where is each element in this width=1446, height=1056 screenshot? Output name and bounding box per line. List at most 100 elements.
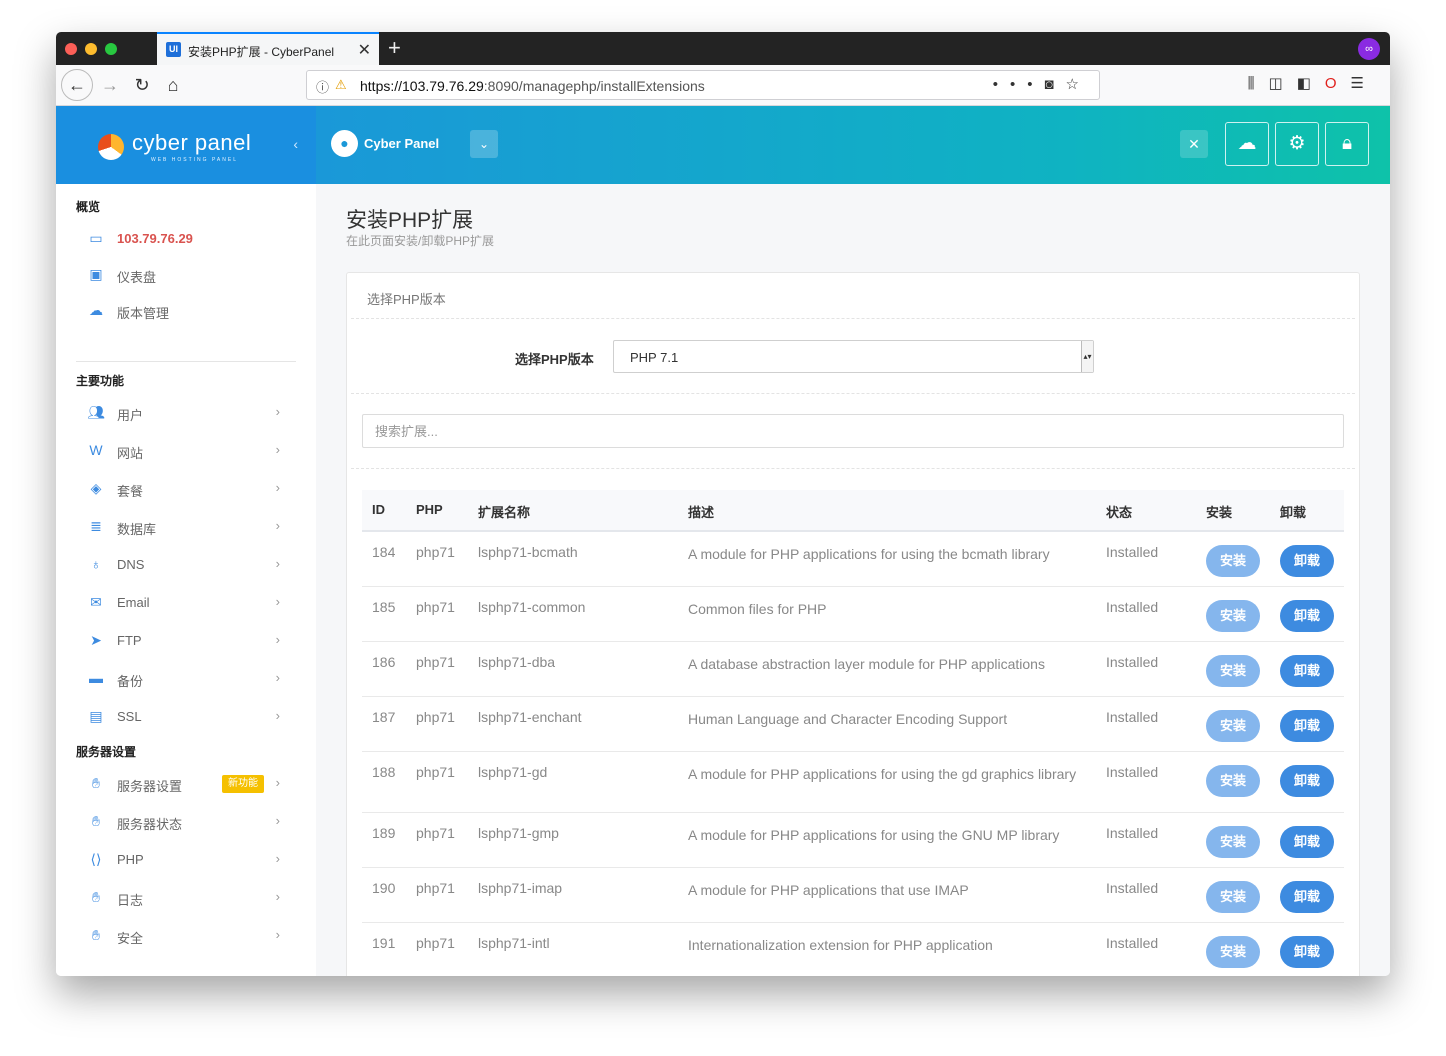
cell-id: 190 <box>372 880 396 896</box>
library-icon[interactable]: ⫼ <box>1248 75 1269 92</box>
cell-status: Installed <box>1106 654 1159 670</box>
uninstall-button[interactable]: 卸载 <box>1280 936 1334 968</box>
install-button[interactable]: 安装 <box>1206 710 1260 742</box>
forward-arrow-icon[interactable]: → <box>96 71 124 99</box>
bookmark-star-icon[interactable]: ☆ <box>1066 76 1091 93</box>
sidebar-item-ssl[interactable]: ▤ SSL › <box>86 702 296 732</box>
code-file-icon: ⟨⟩ <box>90 851 102 867</box>
close-window-button[interactable] <box>65 43 77 55</box>
install-button[interactable]: 安装 <box>1206 545 1260 577</box>
chevron-right-icon: › <box>275 708 280 723</box>
favicon-icon: UI <box>166 42 181 57</box>
collapse-sidebar-icon[interactable]: ‹ <box>293 136 298 152</box>
browser-tab[interactable]: UI 安装PHP扩展 - CyberPanel ✕ <box>157 32 379 65</box>
sidebar-item-ip[interactable]: ▭ 103.79.76.29 <box>86 224 296 254</box>
uninstall-button[interactable]: 卸载 <box>1280 545 1334 577</box>
install-button[interactable]: 安装 <box>1206 826 1260 858</box>
pocket-icon[interactable]: ◙ <box>1044 76 1065 93</box>
new-tab-icon[interactable]: + <box>388 35 401 61</box>
new-feature-badge: 新功能 <box>222 775 264 793</box>
more-actions-icon[interactable]: ••• <box>993 76 1045 93</box>
uninstall-button[interactable]: 卸载 <box>1280 881 1334 913</box>
table-body: 184 php71 lsphp71-bcmath A module for PHP a… <box>362 532 1344 976</box>
user-dropdown-chevron-icon[interactable]: ⌄ <box>470 130 498 158</box>
sidebar-item-packages[interactable]: ◈ 套餐 › <box>86 474 296 504</box>
cell-status: Installed <box>1106 709 1159 725</box>
sidebar-item-dashboard[interactable]: ▣ 仪表盘 <box>86 260 296 290</box>
extension-icon[interactable]: ◧ <box>1297 75 1325 92</box>
sidebar-item-database[interactable]: ≣ 数据库 › <box>86 512 296 542</box>
cell-id: 188 <box>372 764 396 780</box>
users-icon: 👥︎ <box>87 404 105 420</box>
fullscreen-icon[interactable]: ✕ <box>1180 130 1208 158</box>
cloud-icon[interactable]: ☁ <box>1225 122 1269 166</box>
info-icon[interactable]: ⓘ <box>316 77 329 96</box>
close-tab-icon[interactable]: ✕ <box>358 40 371 60</box>
uninstall-button[interactable]: 卸载 <box>1280 765 1334 797</box>
php-version-select[interactable]: PHP 7.1 ▴▾ <box>613 340 1094 373</box>
home-icon[interactable]: ⌂ <box>159 71 187 99</box>
sidebar-section-overview: 概览 <box>76 200 101 214</box>
sidebar-item-server-status[interactable]: ✋︎ 服务器状态 › <box>86 807 296 837</box>
maximize-window-button[interactable] <box>105 43 117 55</box>
sidebar-item-websites[interactable]: W 网站 › <box>86 436 296 466</box>
url-text[interactable]: https://103.79.76.29:8090/managephp/inst… <box>360 78 705 94</box>
sidebar-item-label: 备份 <box>117 674 144 689</box>
uninstall-button[interactable]: 卸载 <box>1280 600 1334 632</box>
menu-icon[interactable]: ☰ <box>1351 75 1378 92</box>
opera-icon[interactable]: O <box>1325 75 1351 92</box>
search-extensions-input[interactable] <box>362 414 1344 448</box>
sidebar-item-users[interactable]: 👥︎ 用户 › <box>86 398 296 428</box>
sidebar-item-php[interactable]: ⟨⟩ PHP › <box>86 845 296 875</box>
sidebar-item-label: 用户 <box>117 408 144 423</box>
cell-php: php71 <box>416 825 455 841</box>
install-button[interactable]: 安装 <box>1206 655 1260 687</box>
chevron-right-icon: › <box>275 851 280 866</box>
uninstall-button[interactable]: 卸载 <box>1280 655 1334 687</box>
cell-id: 185 <box>372 599 396 615</box>
sidebar-item-backup[interactable]: ▬ 备份 › <box>86 664 296 694</box>
php-version-value: PHP 7.1 <box>630 350 679 365</box>
cell-extension-name: lsphp71-imap <box>478 880 563 896</box>
install-button[interactable]: 安装 <box>1206 881 1260 913</box>
tab-bar: UI 安装PHP扩展 - CyberPanel ✕ + ∞ <box>56 32 1390 65</box>
brand-area: cyber panel WEB HOSTING PANEL ‹ <box>56 106 316 184</box>
gear-icon[interactable]: ⚙ <box>1275 122 1319 166</box>
uninstall-button[interactable]: 卸载 <box>1280 710 1334 742</box>
cell-extension-name: lsphp71-bcmath <box>478 544 578 560</box>
sidebar-item-security[interactable]: ✋︎ 安全 › <box>86 921 296 951</box>
install-button[interactable]: 安装 <box>1206 600 1260 632</box>
address-bar[interactable]: ⓘ ⚠ https://103.79.76.29:8090/managephp/… <box>306 70 1100 100</box>
main-content: 安装PHP扩展 在此页面安装/卸载PHP扩展 选择PHP版本 选择PHP版本 P… <box>316 184 1390 976</box>
sidebar-item-ftp[interactable]: ➤ FTP › <box>86 626 296 656</box>
column-header-name: 扩展名称 <box>478 505 531 520</box>
install-button[interactable]: 安装 <box>1206 936 1260 968</box>
table-row: 186 php71 lsphp71-dba A database abstractio… <box>362 642 1344 697</box>
back-arrow-icon[interactable]: ← <box>61 69 93 101</box>
select-arrows-icon: ▴▾ <box>1081 341 1093 372</box>
page-actions[interactable]: •••◙☆ <box>993 75 1091 93</box>
sidebar-item-version[interactable]: ☁ 版本管理 <box>86 296 296 326</box>
divider <box>351 468 1355 469</box>
sidebar-item-dns[interactable]: ♁ DNS › <box>86 550 296 580</box>
sidebar-item-label: 仪表盘 <box>117 270 157 285</box>
sidebar-item-label: 版本管理 <box>117 306 170 321</box>
sidebar-item-logs[interactable]: ✋︎ 日志 › <box>86 883 296 913</box>
table-row: 189 php71 lsphp71-gmp A module for PHP appl… <box>362 813 1344 868</box>
sidebar-item-server-settings[interactable]: ✋︎ 服务器设置 新功能 › <box>86 769 296 799</box>
lock-icon[interactable]: 🔒︎ <box>1325 122 1369 166</box>
user-name[interactable]: Cyber Panel <box>364 136 439 151</box>
user-avatar-icon[interactable]: ● <box>331 130 358 157</box>
sidebar-icon[interactable]: ◫ <box>1269 75 1297 92</box>
sidebar-item-email[interactable]: ✉ Email › <box>86 588 296 618</box>
cell-description: A module for PHP applications for using … <box>688 827 1060 843</box>
uninstall-button[interactable]: 卸载 <box>1280 826 1334 858</box>
cell-id: 184 <box>372 544 396 560</box>
hand-icon: ✋︎ <box>92 813 100 829</box>
install-button[interactable]: 安装 <box>1206 765 1260 797</box>
minimize-window-button[interactable] <box>85 43 97 55</box>
website-icon: W <box>89 442 103 458</box>
reload-icon[interactable]: ↻ <box>128 71 156 99</box>
table-row: 188 php71 lsphp71-gd A module for PHP appli… <box>362 752 1344 813</box>
warning-lock-icon[interactable]: ⚠ <box>335 77 347 93</box>
